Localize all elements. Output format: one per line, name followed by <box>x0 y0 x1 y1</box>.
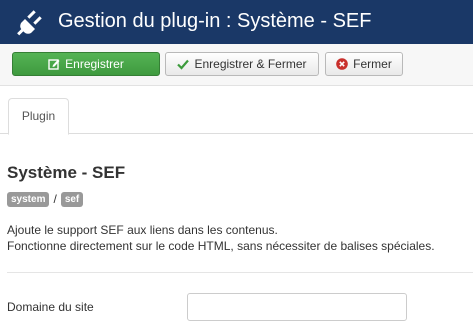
domain-input[interactable] <box>187 293 407 321</box>
save-close-button-label: Enregistrer & Fermer <box>194 57 307 71</box>
cancel-icon <box>336 58 348 70</box>
badge-separator: / <box>53 192 57 206</box>
tab-bar: Plugin <box>0 86 473 135</box>
page-header: Gestion du plug-in : Système - SEF <box>0 0 473 44</box>
description-line-2: Fonctionne directement sur le code HTML,… <box>7 239 435 253</box>
close-button-label: Fermer <box>353 57 392 71</box>
edit-icon <box>48 59 60 70</box>
folder-badge: system <box>7 191 50 207</box>
toolbar: Enregistrer Enregistrer & Fermer Fermer <box>0 44 473 86</box>
plugin-title: Système - SEF <box>7 163 126 182</box>
save-button-label: Enregistrer <box>65 57 124 71</box>
save-close-button[interactable]: Enregistrer & Fermer <box>165 52 319 76</box>
description-line-1: Ajoute le support SEF aux liens dans les… <box>7 223 278 237</box>
close-button[interactable]: Fermer <box>325 52 403 76</box>
save-button[interactable]: Enregistrer <box>12 52 160 76</box>
domain-label: Domaine du site <box>7 300 94 314</box>
page-title: Gestion du plug-in : Système - SEF <box>58 10 372 32</box>
check-icon <box>177 59 190 70</box>
tab-plugin[interactable]: Plugin <box>8 98 69 135</box>
plugin-badges: system / sef <box>7 191 84 207</box>
element-badge: sef <box>60 191 84 207</box>
plugin-description: Ajoute le support SEF aux liens dans les… <box>7 222 435 254</box>
divider <box>7 272 473 273</box>
plug-icon <box>17 10 42 36</box>
